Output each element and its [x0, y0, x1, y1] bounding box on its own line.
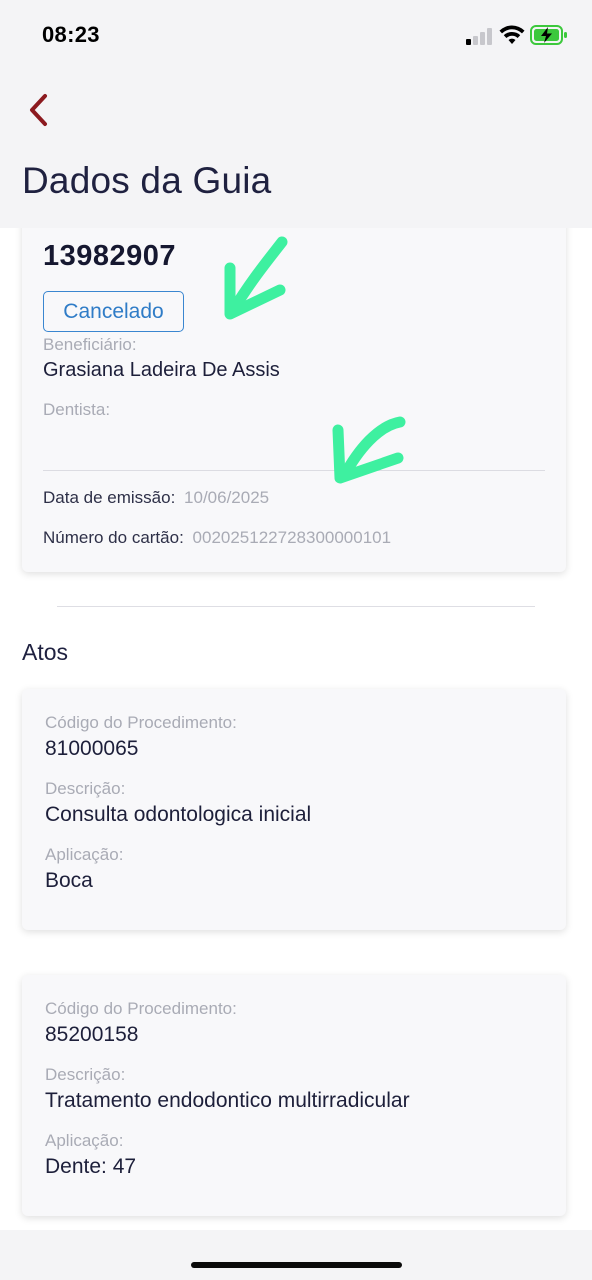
card-number-value: 00202512272830000010​1	[192, 528, 392, 547]
issue-date-row: Data de emissão: 10/06/2025	[43, 488, 269, 508]
battery-charging-icon	[530, 24, 568, 46]
chevron-left-icon	[30, 94, 47, 126]
application-label: Aplicação:	[45, 845, 124, 864]
wifi-icon	[499, 24, 525, 46]
bottom-bar	[0, 1230, 592, 1280]
issue-date-value: 10/06/2025	[184, 488, 270, 507]
dentist-label: Dentista:	[43, 400, 111, 419]
back-button[interactable]	[18, 88, 58, 132]
procedure-code-label: Código do Procedimento:	[45, 999, 237, 1018]
procedure-code-label: Código do Procedimento:	[45, 713, 237, 732]
guide-number: 13982907	[43, 240, 177, 272]
green-handdrawn-arrow-icon	[332, 416, 406, 484]
card-divider	[43, 470, 545, 471]
beneficiary-value: Grasiana Ladeira De Assis	[43, 359, 280, 381]
page-title: Dados da Guia	[22, 160, 272, 201]
act-card: Código do Procedimento: 85200158 Descriç…	[22, 975, 566, 1216]
description-label: Descrição:	[45, 779, 126, 798]
act-card: Código do Procedimento: 81000065 Descriç…	[22, 689, 566, 930]
home-indicator[interactable]	[191, 1262, 402, 1268]
green-handdrawn-arrow-icon	[224, 236, 288, 320]
application-value: Boca	[45, 869, 93, 892]
status-bar: 08:23	[0, 0, 592, 70]
card-number-label: Número do cartão:	[43, 528, 184, 547]
application-value: Dente: 47	[45, 1155, 137, 1178]
description-value: Tratamento endodontico multirradicular	[45, 1089, 410, 1112]
guide-summary-card: 13982907 Cancelado Beneficiário: Grasian…	[22, 210, 566, 572]
application-label: Aplicação:	[45, 1131, 124, 1150]
description-label: Descrição:	[45, 1065, 126, 1084]
status-badge: Cancelado	[43, 291, 184, 332]
card-number-row: Número do cartão: 00202512272830000010​1	[43, 528, 391, 548]
section-divider	[57, 606, 535, 607]
beneficiary-label: Beneficiário:	[43, 335, 137, 354]
app-header: 08:23 Dados da Guia	[0, 0, 592, 228]
status-time: 08:23	[42, 22, 100, 47]
description-value: Consulta odontologica inicial	[45, 803, 312, 826]
procedure-code-value: 85200158	[45, 1023, 139, 1046]
cellular-signal-icon	[466, 27, 496, 45]
procedure-code-value: 81000065	[45, 737, 139, 760]
acts-section-title: Atos	[22, 639, 69, 665]
issue-date-label: Data de emissão:	[43, 488, 176, 507]
